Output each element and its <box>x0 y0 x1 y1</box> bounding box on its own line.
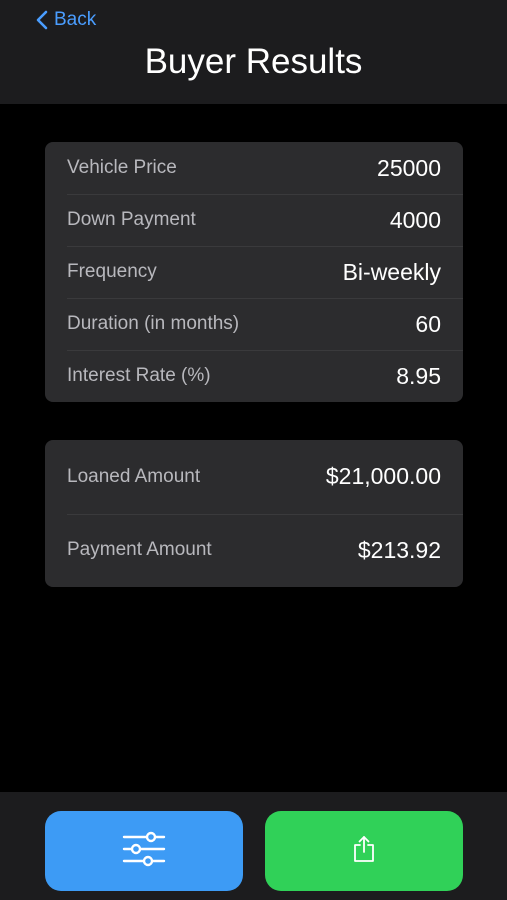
row-label: Payment Amount <box>67 539 212 561</box>
row-vehicle-price[interactable]: Vehicle Price 25000 <box>45 142 463 194</box>
screen: Back Buyer Results Vehicle Price 25000 D… <box>0 0 507 900</box>
row-label: Duration (in months) <box>67 313 240 334</box>
row-label: Down Payment <box>67 209 196 230</box>
loan-inputs-card: Vehicle Price 25000 Down Payment 4000 Fr… <box>45 142 463 402</box>
share-icon <box>352 835 376 868</box>
bottom-toolbar <box>0 792 507 900</box>
share-button[interactable] <box>265 811 463 891</box>
row-value: 25000 <box>377 154 441 181</box>
page-title: Buyer Results <box>144 42 363 81</box>
row-down-payment[interactable]: Down Payment 4000 <box>45 194 463 246</box>
row-duration[interactable]: Duration (in months) 60 <box>45 298 463 350</box>
row-loaned-amount: Loaned Amount $21,000.00 <box>45 440 463 514</box>
chevron-left-icon <box>36 10 48 30</box>
row-value: 8.95 <box>396 362 441 389</box>
row-value: $21,000.00 <box>325 463 441 490</box>
row-payment-amount: Payment Amount $213.92 <box>45 513 463 588</box>
row-value: 4000 <box>389 206 441 233</box>
adjust-inputs-button[interactable] <box>45 811 243 891</box>
row-label: Loaned Amount <box>67 465 201 487</box>
navigation-header: Back Buyer Results <box>0 0 507 104</box>
row-frequency[interactable]: Frequency Bi-weekly <box>45 246 463 298</box>
loan-results-card: Loaned Amount $21,000.00 Payment Amount … <box>45 440 463 587</box>
row-interest-rate[interactable]: Interest Rate (%) 8.95 <box>45 350 463 402</box>
row-value: Bi-weekly <box>342 258 441 285</box>
sliders-icon <box>121 829 167 874</box>
row-value: 60 <box>415 310 441 337</box>
back-button[interactable]: Back <box>36 6 96 34</box>
row-label: Interest Rate (%) <box>67 365 211 386</box>
row-label: Vehicle Price <box>67 157 177 178</box>
row-label: Frequency <box>67 261 157 282</box>
back-label: Back <box>54 9 97 30</box>
row-value: $213.92 <box>357 536 441 563</box>
